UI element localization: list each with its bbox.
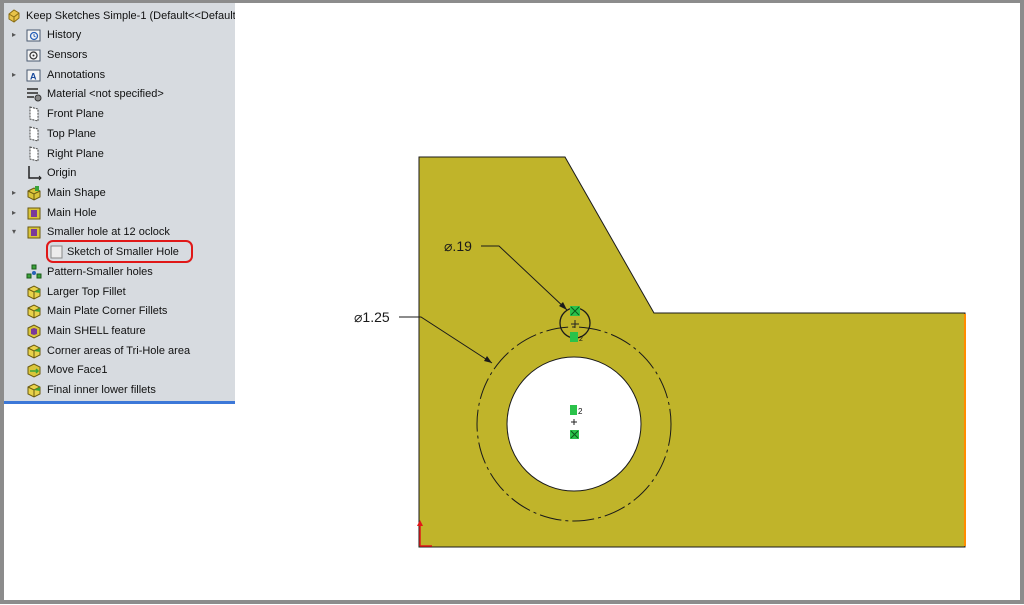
tree-item-label: Smaller hole at 12 oclock [47,225,170,238]
tree-item-main-shape[interactable]: ▸ Main Shape [4,183,235,202]
fillet-icon [26,343,42,359]
tree-item-origin[interactable]: Origin [4,163,235,182]
cut-extrude-icon [26,205,42,221]
tree-item-move-face1[interactable]: Move Face1 [4,360,235,379]
origin-icon [26,165,42,181]
tree-item-corner-areas[interactable]: Corner areas of Tri-Hole area [4,341,235,360]
extrude-icon [26,185,42,201]
tree-item-label: Sensors [47,48,88,61]
tree-item-right-plane[interactable]: Right Plane [4,144,235,163]
tree-item-label: Main Hole [47,206,97,219]
tree-item-sketch-smaller-hole[interactable]: Sketch of Smaller Hole [4,242,235,261]
tree-item-final-inner-lower-fillets[interactable]: Final inner lower fillets [4,380,235,399]
tree-item-label: Top Plane [47,127,96,140]
tree-root-label: Keep Sketches Simple-1 (Default<<Default… [26,9,235,22]
expand-arrow-icon[interactable]: ▸ [10,65,18,84]
tree-item-main-plate-corner-fillets[interactable]: Main Plate Corner Fillets [4,301,235,320]
dimension-large-circle[interactable]: ⌀1.25 [354,309,390,325]
tree-item-label: Main Shape [47,186,106,199]
tree-item-label: Material <not specified> [47,87,164,100]
material-icon [26,86,42,102]
circular-pattern-icon [26,264,42,280]
sketch-icon [48,244,64,260]
center-relation-label: 2 [578,407,583,416]
collapse-arrow-icon[interactable]: ▾ [10,222,18,241]
dimension-small-hole[interactable]: ⌀.19 [444,238,472,254]
expand-arrow-icon[interactable]: ▸ [10,203,18,222]
move-face-icon [26,362,42,378]
tree-item-label: Front Plane [47,107,104,120]
tree-item-main-shell[interactable]: Main SHELL feature [4,321,235,340]
sensors-folder-icon [26,47,42,63]
tree-item-history[interactable]: ▸ History [4,25,235,44]
tree-item-sensors[interactable]: Sensors [4,45,235,64]
tree-item-label: Pattern-Smaller holes [47,265,153,278]
tree-item-label: Final inner lower fillets [47,383,156,396]
tree-item-larger-top-fillet[interactable]: Larger Top Fillet [4,282,235,301]
graphics-area[interactable]: 2 2 ⌀.19 ⌀1.25 [236,3,1020,600]
tree-item-label: Larger Top Fillet [47,285,126,298]
part-icon [6,8,22,24]
tree-item-label: History [47,28,82,41]
history-folder-icon [26,27,42,43]
plane-icon [26,145,42,162]
tree-item-label: Right Plane [47,147,104,160]
fillet-icon [26,303,42,319]
shell-icon [26,323,42,339]
small-hole-relation-label: 2 [579,336,583,343]
fillet-icon [26,382,42,398]
tree-item-label: Sketch of Smaller Hole [67,245,179,258]
tree-item-label: Origin [47,166,77,179]
tree-root-part[interactable]: Keep Sketches Simple-1 (Default<<Default… [4,6,235,25]
small-hole-bottom-marker[interactable] [570,332,578,342]
tree-item-label: Move Face1 [47,363,108,376]
fillet-icon [26,284,42,300]
tree-item-top-plane[interactable]: Top Plane [4,124,235,143]
tree-item-main-hole[interactable]: ▸ Main Hole [4,203,235,222]
tree-item-label: Corner areas of Tri-Hole area [47,344,191,357]
expand-arrow-icon[interactable]: ▸ [10,183,18,202]
tree-item-smaller-hole[interactable]: ▾ Smaller hole at 12 oclock [4,222,235,241]
tree-item-label: Main SHELL feature [47,324,146,337]
tree-item-label: Main Plate Corner Fillets [47,304,168,317]
plane-icon [26,125,42,142]
tree-item-annotations[interactable]: ▸ A Annotations [4,65,235,84]
annotations-folder-icon: A [26,67,42,83]
tree-item-pattern-smaller-holes[interactable]: Pattern-Smaller holes [4,262,235,281]
sketch-view[interactable]: 2 2 ⌀.19 ⌀1.25 [236,3,1020,600]
cut-extrude-icon [26,224,42,240]
tree-item-material[interactable]: Material <not specified> [4,84,235,103]
feature-manager-tree: Keep Sketches Simple-1 (Default<<Default… [4,3,235,404]
plane-icon [26,105,42,122]
tree-item-front-plane[interactable]: Front Plane [4,104,235,123]
expand-arrow-icon[interactable]: ▸ [10,25,18,44]
svg-text:A: A [30,71,37,81]
center-relation-marker[interactable] [570,405,577,415]
tree-item-label: Annotations [47,68,106,81]
